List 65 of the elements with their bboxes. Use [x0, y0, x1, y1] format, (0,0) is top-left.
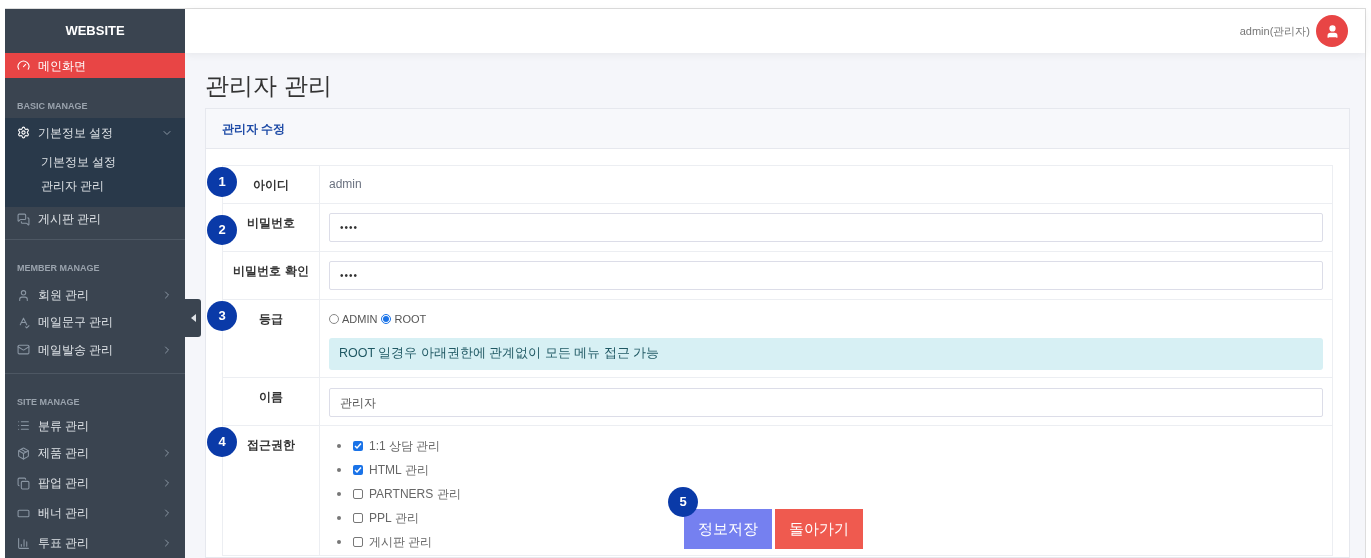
nav-item[interactable]: 제품 관리	[5, 438, 185, 468]
card-title: 관리자 수정	[222, 120, 286, 138]
collapse-toggle[interactable]	[185, 299, 201, 337]
step-badge: 4	[207, 427, 237, 457]
user-name: admin(관리자)	[1239, 23, 1310, 39]
name-field[interactable]: 관리자	[329, 388, 1323, 417]
gear-icon	[17, 126, 30, 140]
box-icon	[17, 446, 30, 460]
bullet-icon	[337, 516, 341, 520]
checkbox[interactable]	[353, 489, 363, 499]
nav-item[interactable]: 기본정보 설정	[5, 117, 185, 148]
id-value: admin	[329, 177, 362, 191]
checkbox-label: HTML 관리	[369, 462, 429, 479]
step-badge: 2	[207, 215, 237, 245]
brand-logo: WEBSITE	[65, 22, 125, 41]
bullet-icon	[337, 492, 341, 496]
nav-item[interactable]: 분류 관리	[5, 413, 185, 438]
section-label: SITE MANAGE	[17, 396, 80, 407]
field-label: 비밀번호 확인	[233, 263, 309, 278]
checkbox-label: PPL 관리	[369, 510, 419, 527]
radio-label: ROOT	[394, 312, 427, 327]
checkbox-label: 게시판 관리	[369, 534, 433, 551]
checkbox[interactable]	[353, 537, 363, 547]
step-badge: 5	[668, 487, 698, 517]
nav-item[interactable]: 투표 관리	[5, 528, 185, 558]
list-icon	[17, 419, 30, 433]
submenu-item[interactable]: 관리자 관리	[41, 178, 105, 196]
nav-item[interactable]: 메일문구 관리	[5, 310, 185, 335]
info-alert: ROOT 일경우 아래권한에 관계없이 모든 메뉴 접근 가능	[329, 337, 1323, 370]
page-title: 관리자 관리	[205, 71, 333, 101]
mail-icon	[17, 343, 30, 357]
step-badge: 3	[207, 301, 237, 331]
chart-icon	[17, 536, 30, 550]
nav-item[interactable]: 메인화면	[5, 53, 185, 78]
checkbox[interactable]	[353, 513, 363, 523]
nav-item[interactable]: 배너 관리	[5, 498, 185, 528]
submenu-item[interactable]: 기본정보 설정	[41, 154, 117, 172]
bullet-icon	[337, 540, 341, 544]
field-label: 비밀번호	[247, 215, 295, 230]
field-label: 이름	[259, 389, 283, 404]
avatar-button[interactable]	[1316, 15, 1348, 47]
copy-icon	[17, 476, 30, 490]
bullet-icon	[337, 444, 341, 448]
field-label: 등급	[259, 311, 283, 326]
nav-item[interactable]: 메일발송 관리	[5, 334, 185, 365]
nav-item[interactable]: 회원 관리	[5, 280, 185, 311]
nav-item[interactable]: 게시판 관리	[5, 206, 185, 232]
field-label: 접근권한	[247, 437, 295, 452]
nav-item[interactable]: 팝업 관리	[5, 468, 185, 498]
spellcheck-icon	[17, 315, 30, 329]
section-label: BASIC MANAGE	[17, 100, 88, 111]
radio-label: ADMIN	[342, 312, 378, 327]
gauge-icon	[17, 59, 30, 73]
user-icon	[1324, 23, 1340, 39]
chat-icon	[17, 212, 30, 226]
bullet-icon	[337, 468, 341, 472]
user-icon	[17, 288, 30, 302]
password-field[interactable]: ••••	[329, 261, 1323, 290]
checkbox-label: PARTNERS 관리	[369, 486, 461, 503]
step-badge: 1	[207, 167, 237, 197]
field-label: 아이디	[253, 177, 289, 192]
section-label: MEMBER MANAGE	[17, 263, 100, 274]
checkbox-label: 1:1 상담 관리	[369, 438, 441, 455]
caret-left-icon	[190, 314, 196, 322]
password-field[interactable]: ••••	[329, 213, 1323, 242]
